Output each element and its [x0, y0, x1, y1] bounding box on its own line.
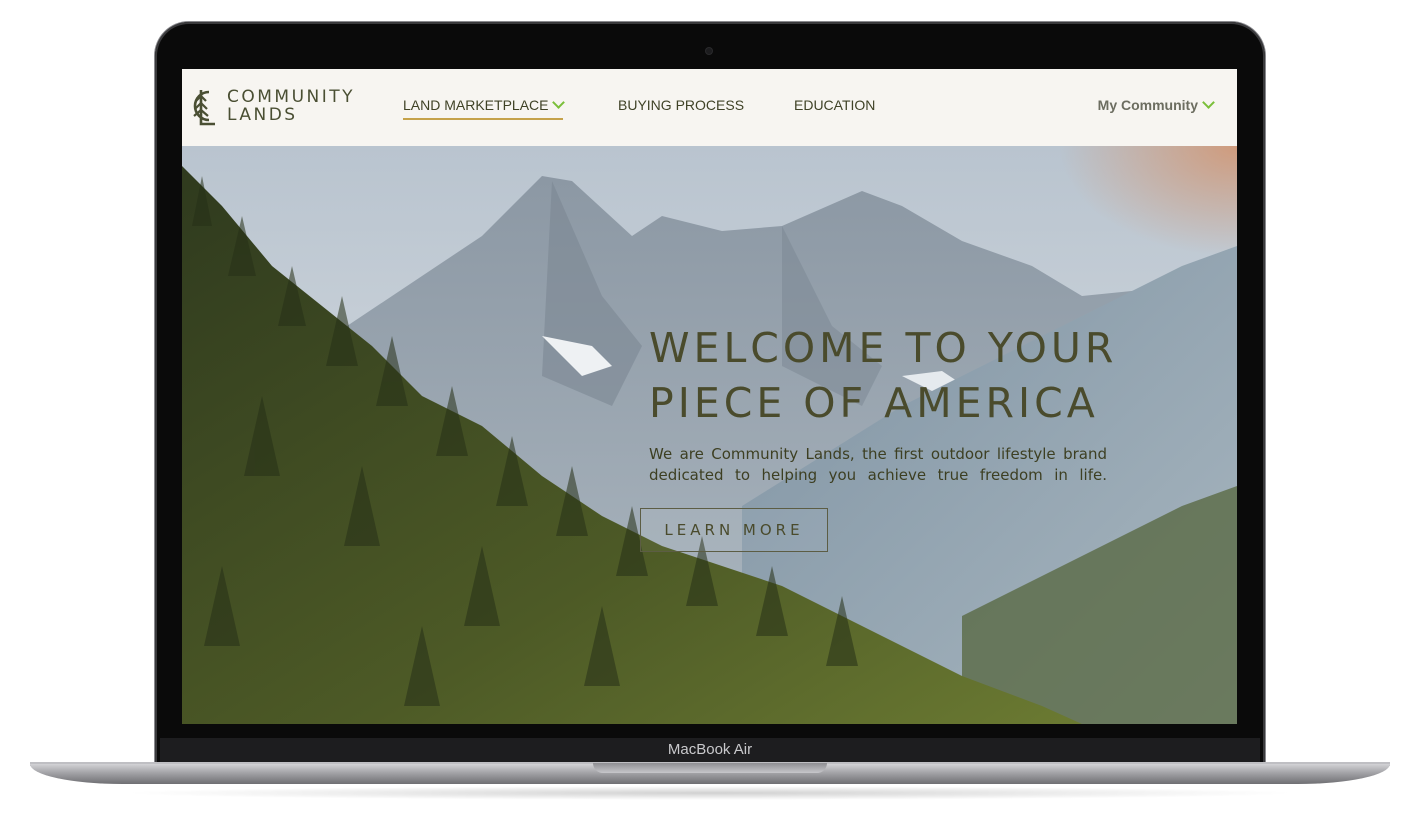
tree-logo-icon — [193, 90, 215, 126]
site-header: COMMUNITY LANDS LAND MARKETPLACE BUYING … — [182, 69, 1237, 146]
hero-background-image — [182, 146, 1237, 724]
brand-wordmark: COMMUNITY LANDS — [227, 88, 355, 124]
brand-line-1: COMMUNITY — [227, 87, 356, 107]
camera-icon — [706, 48, 712, 54]
my-community-menu[interactable]: My Community — [1097, 96, 1215, 113]
my-community-label: My Community — [1097, 97, 1198, 113]
nav-buying-process[interactable]: BUYING PROCESS — [618, 97, 744, 113]
hero-subtitle-line-1: We are Community Lands, the first outdoo… — [649, 445, 1107, 463]
chevron-down-icon — [1202, 96, 1215, 109]
browser-screen: COMMUNITY LANDS LAND MARKETPLACE BUYING … — [182, 69, 1237, 724]
hero-title: WELCOME TO YOUR PIECE OF AMERICA — [649, 321, 1117, 431]
brand-line-2: LANDS — [227, 105, 298, 125]
laptop-shadow — [120, 786, 1300, 800]
hero-subtitle-line-2: dedicated to helping you achieve true fr… — [649, 466, 1107, 484]
laptop-opening-notch — [593, 763, 827, 773]
nav-land-marketplace[interactable]: LAND MARKETPLACE — [403, 96, 566, 120]
learn-more-button[interactable]: LEARN MORE — [640, 508, 828, 552]
nav-buying-process-label: BUYING PROCESS — [618, 97, 745, 113]
nav-education[interactable]: EDUCATION — [794, 97, 875, 113]
hero-subtitle: We are Community Lands, the first outdoo… — [649, 444, 1107, 486]
nav-education-label: EDUCATION — [794, 97, 876, 113]
hero-title-line-2: PIECE OF AMERICA — [649, 379, 1099, 427]
brand-logo[interactable]: COMMUNITY LANDS — [185, 84, 355, 128]
nav-land-marketplace-label: LAND MARKETPLACE — [403, 97, 549, 113]
device-model-label: MacBook Air — [667, 741, 753, 758]
hero-section: WELCOME TO YOUR PIECE OF AMERICA We are … — [182, 146, 1237, 724]
chevron-down-icon — [552, 96, 566, 109]
hero-title-line-1: WELCOME TO YOUR — [649, 324, 1118, 372]
